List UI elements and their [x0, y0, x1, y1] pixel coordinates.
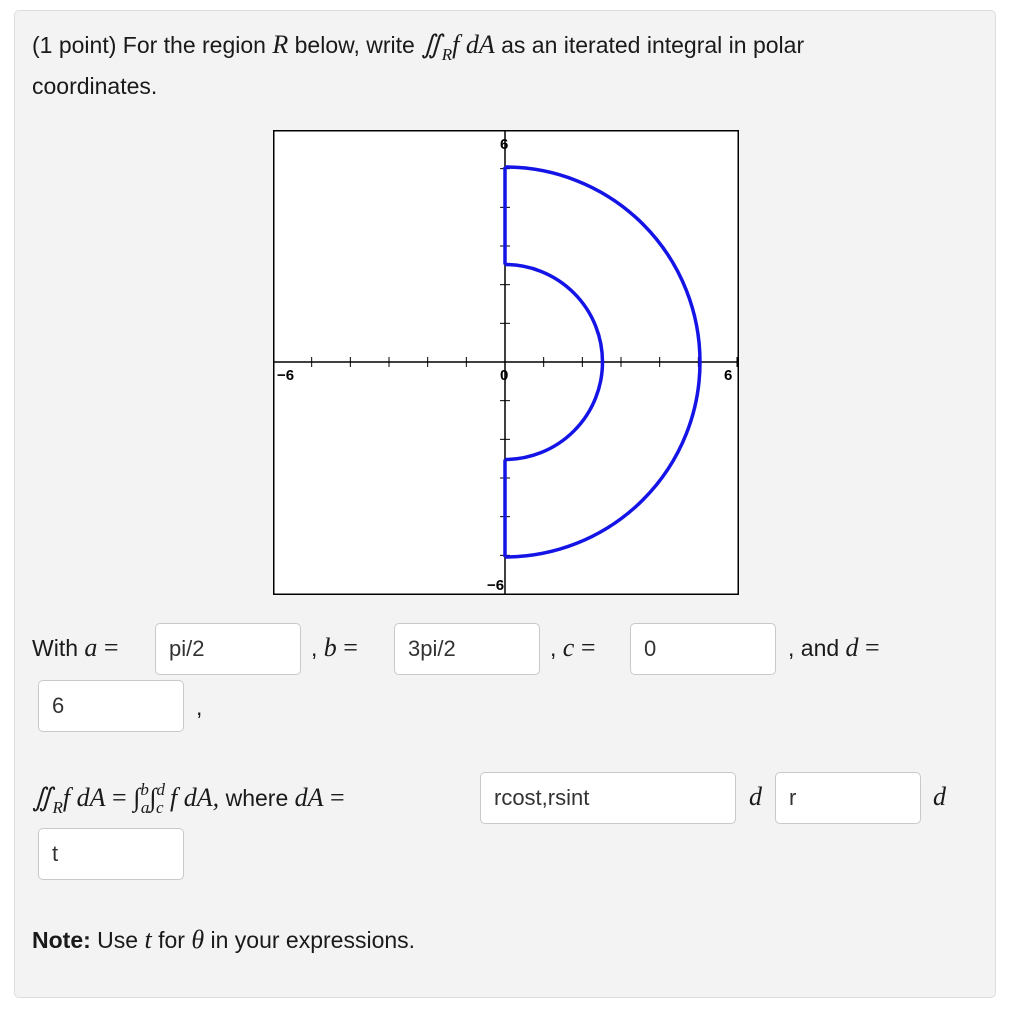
note-label: Note:: [32, 927, 91, 953]
tick-label-bottom: −6: [487, 577, 504, 594]
tick-label-origin: 0: [500, 367, 508, 384]
lhs-integrand: f dA: [62, 783, 106, 812]
problem-statement: (1 point) For the region R below, write …: [32, 30, 805, 64]
b-label: , b =: [311, 633, 358, 663]
equals-d: =: [858, 633, 880, 662]
region-symbol: R: [272, 30, 289, 59]
double-integral-symbol: ∬: [421, 30, 442, 59]
iterated-integrand: f dA,: [163, 783, 226, 812]
var-b: b: [323, 633, 337, 662]
c-input[interactable]: 0: [630, 623, 776, 675]
tick-label-left: −6: [277, 367, 294, 384]
problem-prefix: (1 point) For the region: [32, 32, 273, 58]
d-input[interactable]: 6: [38, 680, 184, 732]
d-label: , and d =: [788, 633, 880, 663]
first-variable-input[interactable]: r: [775, 772, 921, 824]
trailing-comma: ,: [196, 694, 203, 720]
note: Note: Use t for θ in your expressions.: [32, 925, 415, 955]
note-text-c: in your expressions.: [204, 927, 416, 953]
problem-suffix: as an iterated integral in polar: [494, 32, 805, 58]
note-t-var: t: [144, 925, 152, 954]
inner-upper-limit: d: [156, 780, 165, 799]
tick-label-right: 6: [724, 367, 732, 384]
differential-d-2: d: [933, 782, 946, 811]
note-text-b: for: [151, 927, 192, 953]
d-sep: , and: [788, 635, 846, 661]
b-sep: ,: [311, 635, 324, 661]
problem-mid: below, write: [288, 32, 422, 58]
iterated-integral-expression: ∬Rf dA = ∫ba∫dc f dA, where dA =: [32, 780, 345, 817]
with-text: With: [32, 635, 85, 661]
outer-lower-limit: a: [140, 798, 150, 817]
c-sep: ,: [550, 635, 563, 661]
c-label: , c =: [550, 633, 596, 663]
var-c: c: [562, 633, 575, 662]
equals-b: =: [336, 633, 358, 662]
equals-c: =: [574, 633, 596, 662]
inner-lower-limit: c: [155, 798, 164, 817]
var-a: a: [84, 633, 98, 662]
dA-equals: =: [323, 783, 345, 812]
integral-subscript: R: [441, 45, 453, 64]
integrand: f dA: [452, 30, 495, 59]
note-theta: θ: [191, 925, 205, 954]
var-d: d: [845, 633, 859, 662]
region-graph: 6 −6 −6 6 0: [273, 130, 739, 595]
a-input[interactable]: pi/2: [155, 623, 301, 675]
note-text-a: Use: [90, 927, 145, 953]
b-input[interactable]: 3pi/2: [394, 623, 540, 675]
equals-a: =: [97, 633, 119, 662]
lhs-subscript: R: [52, 798, 63, 817]
problem-line2: coordinates.: [32, 73, 158, 99]
lhs-double-integral: ∬: [32, 783, 53, 812]
where-text: where: [225, 785, 295, 811]
iterated-equals: =: [105, 783, 134, 812]
outer-upper-limit: b: [140, 780, 149, 799]
tick-label-top: 6: [500, 136, 508, 153]
second-variable-input[interactable]: t: [38, 828, 184, 880]
with-label: With a =: [32, 633, 119, 663]
dA-input[interactable]: rcost,rsint: [480, 772, 736, 824]
differential-d-1: d: [749, 782, 762, 811]
dA-symbol: dA: [294, 783, 324, 812]
